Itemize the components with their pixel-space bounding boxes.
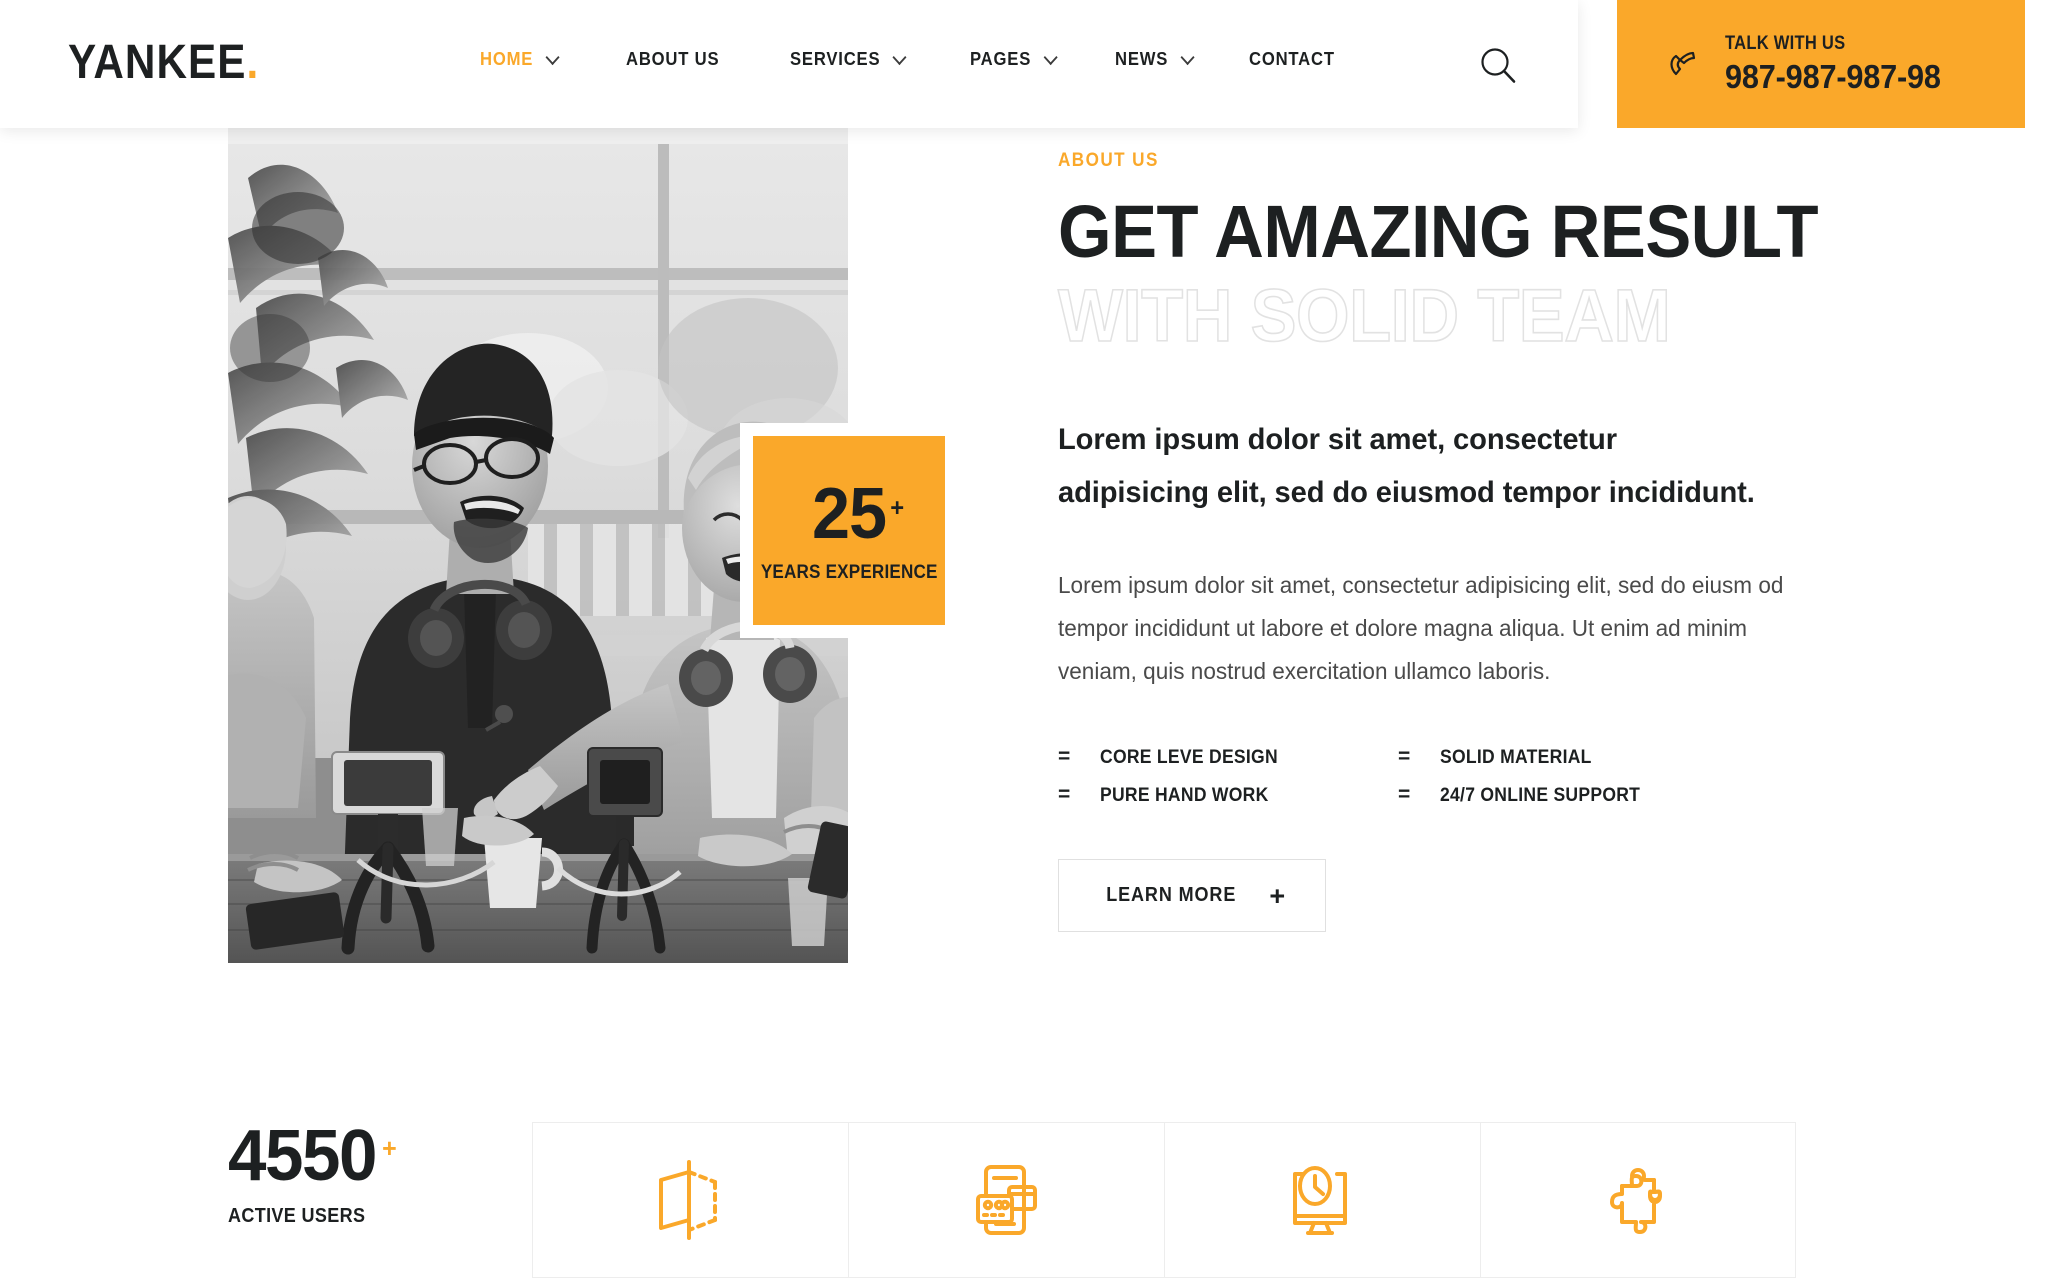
years-experience-badge: 25 + YEARS EXPERIENCE xyxy=(740,423,958,638)
nav-item-pages[interactable]: PAGES xyxy=(970,48,1058,70)
feature-label: CORE LEVE DESIGN xyxy=(1100,745,1278,768)
brand-logo-dot: . xyxy=(246,36,260,89)
nav-item-news[interactable]: NEWS xyxy=(1115,48,1195,70)
phone-number[interactable]: 987-987-987-98 xyxy=(1725,58,1941,96)
puzzle-piece-icon xyxy=(1596,1158,1680,1242)
active-users-plus-sign: + xyxy=(382,1133,397,1163)
badge-number-value: 25 xyxy=(811,473,887,554)
nav-item-services[interactable]: SERVICES xyxy=(789,48,907,70)
monitor-clock-icon xyxy=(1281,1158,1365,1242)
feature-list: = CORE LEVE DESIGN = SOLID MATERIAL = PU… xyxy=(1058,745,1758,807)
talk-with-us-label: TALK WITH US xyxy=(1725,32,1846,54)
mobile-payment-icon xyxy=(965,1158,1049,1242)
feature-marker-icon: = xyxy=(1398,745,1411,768)
nav-item-about-us-label: ABOUT US xyxy=(626,48,720,69)
lead-paragraph: Lorem ipsum dolor sit amet, consectetur … xyxy=(1058,423,1755,509)
chevron-down-icon xyxy=(1043,49,1058,65)
feature-marker-icon: = xyxy=(1058,783,1071,806)
page-subtitle-outline: WITH SOLID TEAM xyxy=(1057,273,1671,358)
section-eyebrow: ABOUT US xyxy=(1058,150,1159,171)
feature-item: = 24/7 ONLINE SUPPORT xyxy=(1398,783,1738,807)
nav-item-contact-label: CONTACT xyxy=(1249,48,1336,69)
nav-item-services-label: SERVICES xyxy=(789,48,881,69)
search-icon[interactable] xyxy=(1478,45,1520,87)
chevron-down-icon xyxy=(545,49,560,65)
feature-card-cube[interactable] xyxy=(532,1122,848,1278)
feature-item: = CORE LEVE DESIGN xyxy=(1058,745,1398,769)
active-users-label: ACTIVE USERS xyxy=(228,1205,366,1227)
feature-marker-icon: = xyxy=(1058,745,1071,768)
feature-cards xyxy=(532,1122,1796,1278)
feature-card-monitor-clock[interactable] xyxy=(1164,1122,1480,1278)
chevron-down-icon xyxy=(1180,49,1195,65)
feature-card-mobile-payment[interactable] xyxy=(848,1122,1164,1278)
page-title: GET AMAZING RESULT xyxy=(1058,190,1819,273)
phone-handset-icon xyxy=(1665,44,1703,82)
nav-item-home[interactable]: HOME xyxy=(480,48,560,70)
about-section: ABOUT US GET AMAZING RESULT WITH SOLID T… xyxy=(1057,150,1888,932)
brand-logo[interactable]: YANKEE. xyxy=(68,36,259,90)
talk-with-us-box[interactable]: TALK WITH US 987-987-987-98 xyxy=(1617,0,2025,128)
cube-box-icon xyxy=(649,1158,733,1242)
badge-label: YEARS EXPERIENCE xyxy=(760,561,938,583)
brand-logo-text: YANKEE xyxy=(68,36,247,89)
nav-item-pages-label: PAGES xyxy=(970,48,1032,69)
stats-section: 4550 + ACTIVE USERS xyxy=(0,1117,2070,1278)
body-paragraph: Lorem ipsum dolor sit amet, consectetur … xyxy=(1058,572,1784,684)
nav-item-home-label: HOME xyxy=(480,48,534,69)
feature-item: = PURE HAND WORK xyxy=(1058,783,1398,807)
nav-item-news-label: NEWS xyxy=(1115,48,1169,69)
badge-number: 25 + xyxy=(812,478,904,550)
main-navigation: HOME ABOUT US SERVICES PAGES NEWS CONTAC… xyxy=(480,48,1345,70)
feature-label: SOLID MATERIAL xyxy=(1440,745,1592,768)
feature-card-puzzle[interactable] xyxy=(1480,1122,1796,1278)
active-users-number-value: 4550 xyxy=(228,1116,377,1196)
site-header: YANKEE. HOME ABOUT US SERVICES PAGES NEW… xyxy=(0,0,1578,128)
chevron-down-icon xyxy=(892,49,907,65)
page-root: YANKEE. HOME ABOUT US SERVICES PAGES NEW… xyxy=(0,0,2070,1278)
active-users-number: 4550 + xyxy=(228,1116,397,1196)
feature-label: PURE HAND WORK xyxy=(1100,783,1269,806)
feature-item: = SOLID MATERIAL xyxy=(1398,745,1738,769)
nav-item-contact[interactable]: CONTACT xyxy=(1249,48,1335,70)
feature-marker-icon: = xyxy=(1398,783,1411,806)
plus-icon: + xyxy=(1269,880,1286,911)
learn-more-button[interactable]: LEARN MORE + xyxy=(1058,859,1326,932)
feature-label: 24/7 ONLINE SUPPORT xyxy=(1440,783,1641,806)
phone-text-group: TALK WITH US 987-987-987-98 xyxy=(1725,33,1957,96)
learn-more-label: LEARN MORE xyxy=(1106,884,1237,906)
badge-plus-sign: + xyxy=(890,493,904,522)
active-users-counter: 4550 + ACTIVE USERS xyxy=(228,1116,397,1228)
nav-item-about-us[interactable]: ABOUT US xyxy=(626,48,719,70)
